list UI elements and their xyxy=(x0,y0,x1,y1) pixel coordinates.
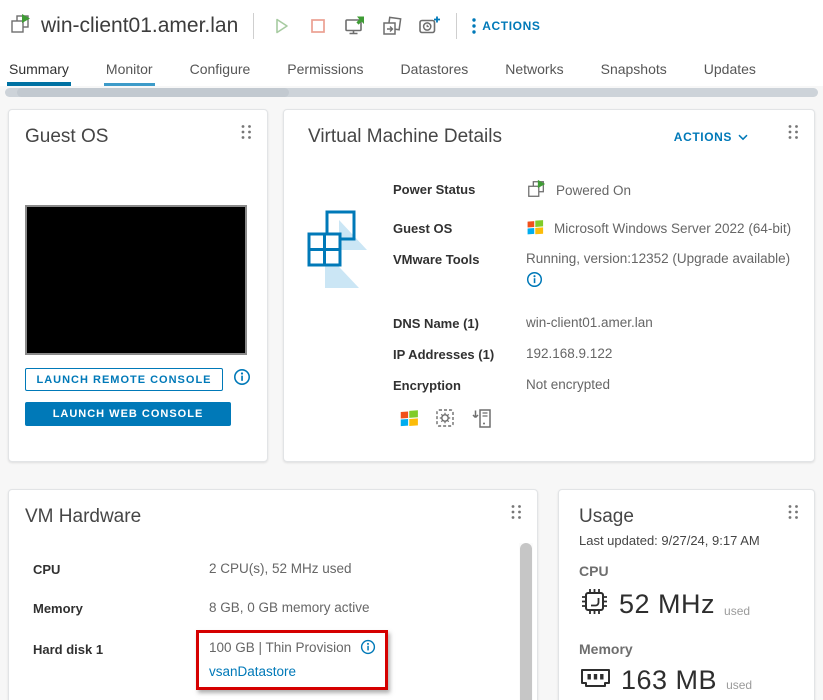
launch-web-console-button[interactable]: LAUNCH WEB CONSOLE xyxy=(25,402,231,426)
launch-console-icon[interactable] xyxy=(343,14,367,38)
summary-content: Guest OS LAUNCH REMOTE CONSOLE LAUNCH WE… xyxy=(0,86,823,700)
memory-label: Memory xyxy=(33,601,83,616)
power-status-label: Power Status xyxy=(393,182,476,197)
drag-handle-icon[interactable] xyxy=(240,124,253,145)
power-status-value: Powered On xyxy=(526,179,631,205)
highlight-annotation-box: 100 GB | Thin Provision vsanDatastore xyxy=(196,630,388,690)
cpu-usage-value: 52 MHz xyxy=(619,588,716,619)
ip-addresses-label: IP Addresses (1) xyxy=(393,347,495,362)
tab-snapshots[interactable]: Snapshots xyxy=(599,55,669,86)
datastore-link[interactable]: vsanDatastore xyxy=(209,664,296,679)
memory-usage-value: 163 MB xyxy=(621,664,718,695)
ip-addresses-value: 192.168.9.122 xyxy=(526,346,613,361)
guest-shortcut-icons xyxy=(399,407,794,435)
guest-os-value: Microsoft Windows Server 2022 (64-bit) xyxy=(526,218,791,243)
memory-stick-icon xyxy=(579,664,612,696)
hard-disk-value: 100 GB | Thin Provision xyxy=(209,637,376,661)
usage-cpu-metric: 52 MHz used xyxy=(579,586,798,622)
ip-addresses-row: IP Addresses (1) 192.168.9.122 xyxy=(393,344,794,364)
tab-summary[interactable]: Summary xyxy=(7,55,71,86)
divider xyxy=(456,13,458,39)
kebab-menu-icon xyxy=(472,18,476,34)
dns-name-row: DNS Name (1) win-client01.amer.lan xyxy=(393,313,794,333)
vm-large-icon xyxy=(303,208,369,295)
drag-handle-icon[interactable] xyxy=(787,504,800,525)
horizontal-scrollbar[interactable] xyxy=(5,88,818,97)
power-on-icon[interactable] xyxy=(269,14,293,38)
vertical-scrollbar[interactable] xyxy=(519,543,533,700)
scrollbar-thumb[interactable] xyxy=(17,88,289,97)
usage-cpu-label: CPU xyxy=(579,563,609,579)
vmware-tools-row: VMware Tools Running, version:12352 (Upg… xyxy=(393,249,794,294)
vm-powered-on-icon xyxy=(9,12,32,40)
chip-settings-icon[interactable] xyxy=(434,407,457,435)
card-actions-button[interactable]: ACTIONS xyxy=(674,130,748,144)
info-icon[interactable] xyxy=(360,639,376,661)
hard-disk-row: Hard disk 1 100 GB | Thin Provision vsan… xyxy=(33,630,521,690)
object-tabbar: Summary Monitor Configure Permissions Da… xyxy=(0,52,823,86)
encryption-row: Encryption Not encrypted xyxy=(393,375,794,395)
vm-hardware-card: VM Hardware CPU 2 CPU(s), 52 MHz used Me… xyxy=(8,489,538,700)
tab-permissions[interactable]: Permissions xyxy=(285,55,365,86)
cpu-row: CPU 2 CPU(s), 52 MHz used xyxy=(33,560,521,578)
cpu-label: CPU xyxy=(33,562,61,577)
actions-menu-button[interactable]: ACTIONS xyxy=(472,18,540,34)
vmware-tools-value: Running, version:12352 (Upgrade availabl… xyxy=(526,249,790,294)
windows-logo-icon xyxy=(526,218,545,243)
dns-name-value: win-client01.amer.lan xyxy=(526,315,653,330)
usage-card: Usage Last updated: 9/27/24, 9:17 AM CPU xyxy=(558,489,815,700)
guest-os-label: Guest OS xyxy=(393,221,453,236)
object-header: win-client01.amer.lan ACTIONS xyxy=(0,0,823,52)
windows-logo-icon[interactable] xyxy=(399,408,420,434)
cpu-usage-unit: used xyxy=(724,604,751,618)
power-status-row: Power Status Powered On xyxy=(393,179,794,205)
vm-toolbar xyxy=(269,14,441,38)
memory-row: Memory 8 GB, 0 GB memory active xyxy=(33,599,521,617)
tab-configure[interactable]: Configure xyxy=(188,55,253,86)
console-preview[interactable] xyxy=(25,205,247,355)
vm-hardware-card-title: VM Hardware xyxy=(25,506,142,527)
drag-handle-icon[interactable] xyxy=(787,124,800,145)
tab-updates[interactable]: Updates xyxy=(702,55,758,86)
actions-label: ACTIONS xyxy=(482,19,541,33)
usage-card-title: Usage xyxy=(579,506,634,527)
divider xyxy=(253,13,255,39)
tab-monitor[interactable]: Monitor xyxy=(103,55,155,86)
tab-datastores[interactable]: Datastores xyxy=(399,55,471,86)
dns-name-label: DNS Name (1) xyxy=(393,316,479,331)
chevron-down-icon xyxy=(738,134,748,140)
guest-os-card: Guest OS LAUNCH REMOTE CONSOLE LAUNCH WE… xyxy=(8,109,268,462)
memory-usage-unit: used xyxy=(726,678,753,692)
drag-handle-icon[interactable] xyxy=(510,504,523,525)
last-updated-text: Last updated: 9/27/24, 9:17 AM xyxy=(579,533,760,548)
cpu-value: 2 CPU(s), 52 MHz used xyxy=(209,561,352,576)
shutdown-guest-icon[interactable] xyxy=(306,14,330,38)
info-icon[interactable] xyxy=(526,271,790,294)
memory-value: 8 GB, 0 GB memory active xyxy=(209,600,370,615)
page-title: win-client01.amer.lan xyxy=(41,14,239,37)
take-snapshot-icon[interactable] xyxy=(417,14,441,38)
server-export-icon[interactable] xyxy=(471,407,494,435)
vsphere-vm-summary-page: win-client01.amer.lan ACTIONS Summary Mo… xyxy=(0,0,823,700)
vm-powered-on-icon xyxy=(526,179,547,205)
cpu-chip-icon xyxy=(579,586,610,622)
encryption-label: Encryption xyxy=(393,378,461,393)
card-actions-label: ACTIONS xyxy=(673,130,732,144)
encryption-value: Not encrypted xyxy=(526,377,611,392)
vm-details-card: Virtual Machine Details ACTIONS Power St… xyxy=(283,109,815,462)
launch-remote-console-button[interactable]: LAUNCH REMOTE CONSOLE xyxy=(25,368,223,391)
migrate-icon[interactable] xyxy=(380,14,404,38)
info-icon[interactable] xyxy=(233,368,251,391)
tab-networks[interactable]: Networks xyxy=(503,55,565,86)
scrollbar-thumb[interactable] xyxy=(520,543,532,700)
hard-disk-label: Hard disk 1 xyxy=(33,642,104,657)
vm-details-card-title: Virtual Machine Details xyxy=(308,126,502,147)
usage-memory-metric: 163 MB used xyxy=(579,664,798,696)
vmware-tools-label: VMware Tools xyxy=(393,252,480,267)
guest-os-row: Guest OS Microsoft Windows Server 2022 (… xyxy=(393,218,794,243)
usage-memory-label: Memory xyxy=(579,641,633,657)
guest-os-card-title: Guest OS xyxy=(25,126,109,147)
